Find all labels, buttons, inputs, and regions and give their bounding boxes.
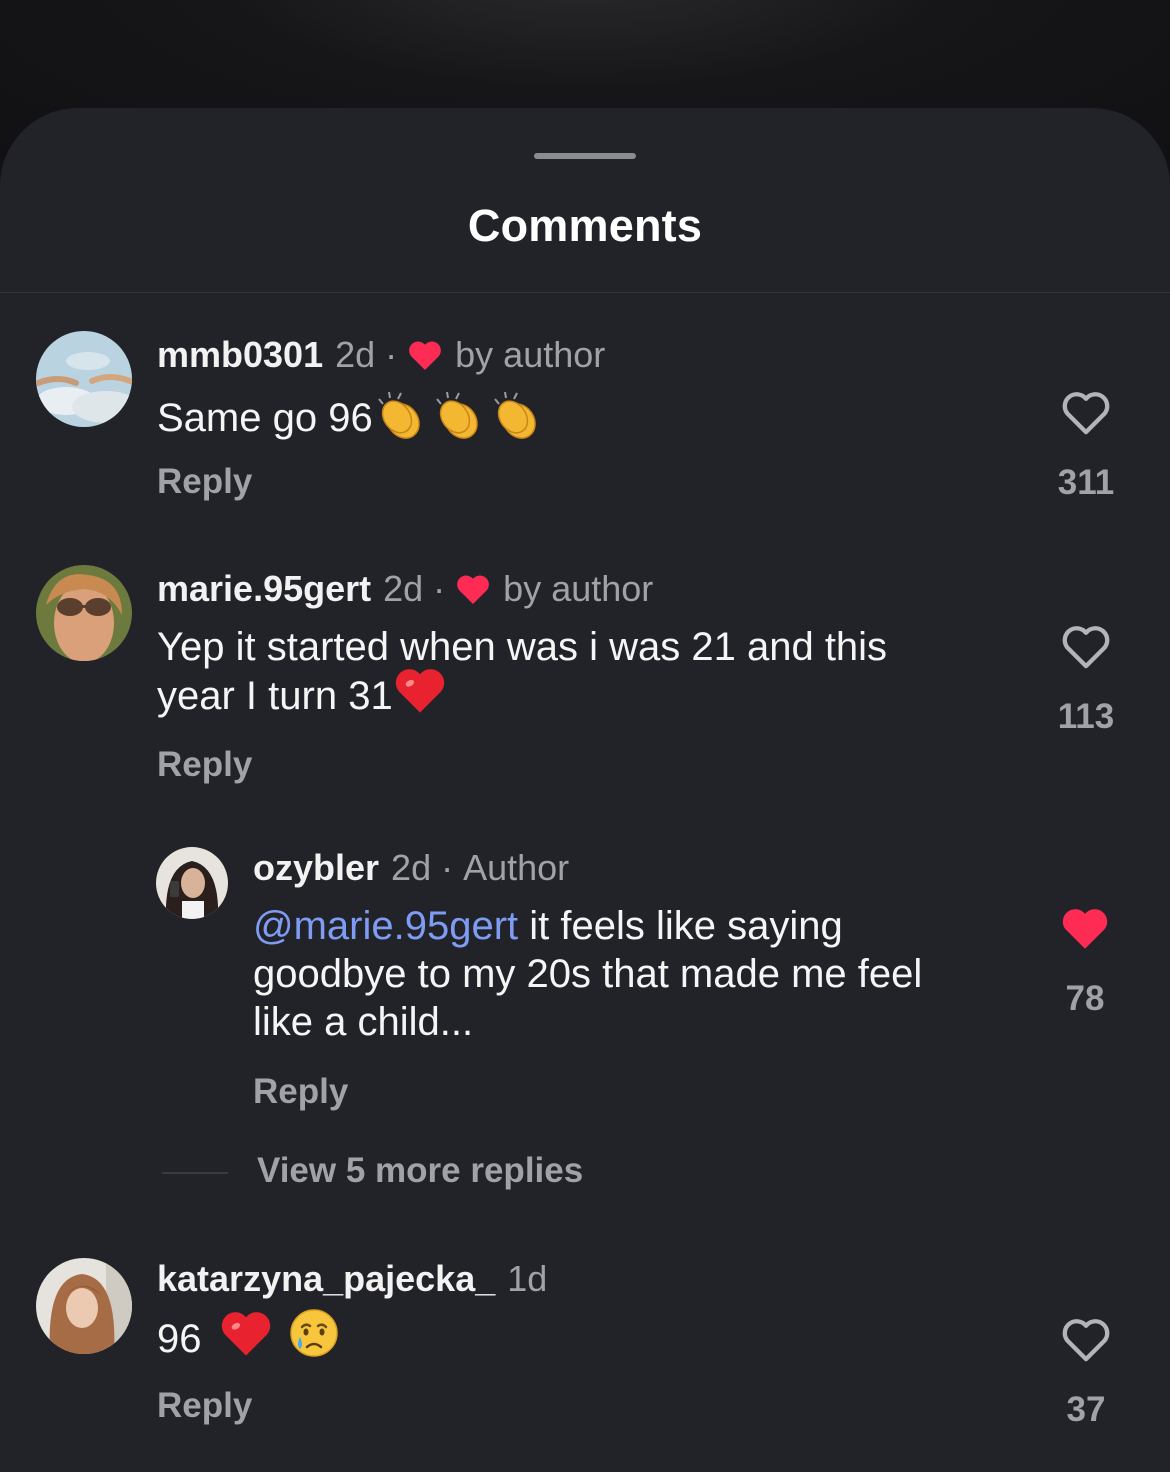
view-more-replies-button[interactable]: View 5 more replies [257, 1151, 583, 1191]
avatar[interactable] [156, 847, 228, 919]
timestamp: 2d [383, 568, 424, 609]
like-count: 311 [1057, 463, 1115, 502]
heart-filled-icon[interactable] [1059, 904, 1111, 952]
liked-by-author-label: by author [455, 334, 606, 375]
red-heart-icon [219, 1308, 273, 1369]
avatar[interactable] [36, 565, 132, 661]
like-count: 113 [1057, 697, 1115, 736]
heart-outline-icon[interactable] [1060, 1315, 1112, 1363]
reply-button[interactable]: Reply [157, 745, 252, 785]
username[interactable]: mmb0301 [157, 334, 323, 376]
reply-button[interactable]: Reply [253, 1072, 348, 1112]
heart-outline-icon[interactable] [1060, 388, 1112, 436]
author-heart-icon [455, 572, 491, 606]
comment-text: Same go 96 [157, 389, 547, 452]
separator-dot: · [433, 568, 446, 609]
avatar[interactable] [36, 331, 132, 427]
liked-by-author-label: by author [503, 568, 654, 609]
title-divider [0, 292, 1170, 293]
separator-dot: · [441, 847, 454, 888]
reply-text-line: like a child... [253, 1000, 474, 1044]
timestamp: 1d [507, 1258, 548, 1299]
reply-button[interactable]: Reply [157, 462, 252, 502]
like-count: 37 [1066, 1390, 1106, 1429]
comment-text: Yep it started when was i was 21 and thi… [157, 623, 1017, 726]
separator-dot: · [385, 334, 398, 375]
like-button[interactable]: 37 [1041, 1315, 1131, 1430]
avatar[interactable] [36, 1258, 132, 1354]
mention-link[interactable]: @marie.95gert [253, 904, 518, 948]
comment-text-content: Same go 96 [157, 396, 373, 441]
comment-text-content: year I turn 31 [157, 674, 393, 719]
sheet-grabber[interactable] [534, 153, 636, 159]
like-button[interactable]: 113 [1041, 622, 1131, 737]
timestamp: 2d [335, 334, 376, 375]
timestamp: 2d [391, 847, 432, 888]
clapping-hands-icon [489, 389, 547, 452]
comment-text-line: year I turn 31 [157, 669, 1017, 726]
like-button[interactable]: 78 [1040, 904, 1130, 1019]
username[interactable]: katarzyna_pajecka_ [157, 1258, 495, 1300]
comment-meta: marie.95gert 2d · by author [157, 568, 653, 610]
sheet-title: Comments [467, 200, 703, 251]
reply-button[interactable]: Reply [157, 1386, 252, 1426]
crying-face-icon [288, 1307, 340, 1370]
like-button[interactable]: 311 [1041, 388, 1131, 503]
reply-meta: ozybler 2d · Author [253, 847, 569, 889]
comment-text-content: 96 [157, 1317, 202, 1362]
comment-meta: mmb0301 2d · by author [157, 334, 605, 376]
author-heart-icon [407, 338, 443, 372]
author-badge: Author [463, 847, 570, 888]
red-heart-icon [393, 665, 447, 726]
comment-text-line: Yep it started when was i was 21 and thi… [157, 625, 888, 669]
clapping-hands-icon [431, 389, 489, 452]
clapping-hands-icon [373, 389, 431, 452]
username[interactable]: ozybler [253, 847, 379, 889]
reply-text-line: @marie.95gert it feels like saying [253, 902, 1033, 950]
heart-outline-icon[interactable] [1060, 622, 1112, 670]
comment-meta: katarzyna_pajecka_ 1d [157, 1258, 547, 1300]
view-more-divider [162, 1172, 228, 1174]
reply-text-line: goodbye to my 20s that made me feel [253, 952, 923, 996]
reply-text-content: it feels like saying [518, 904, 843, 948]
username[interactable]: marie.95gert [157, 568, 371, 610]
reply-text: @marie.95gert it feels like saying goodb… [253, 902, 1033, 1046]
comment-text: 96 [157, 1309, 340, 1370]
like-count: 78 [1065, 979, 1105, 1018]
